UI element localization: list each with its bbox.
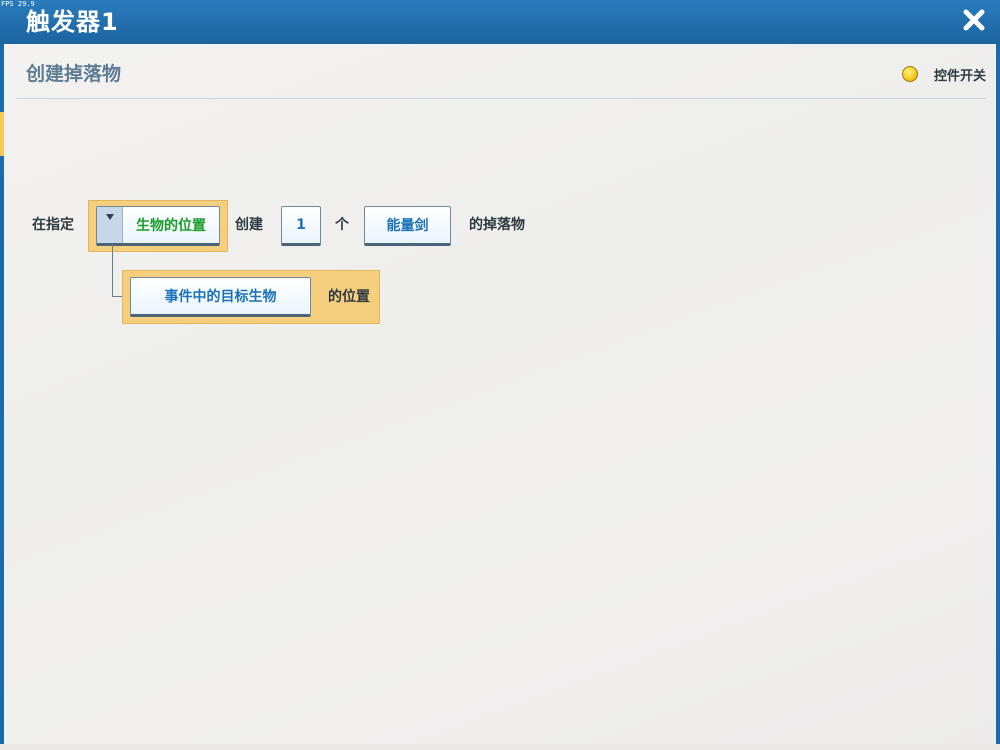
toggle-indicator-icon[interactable] [901, 66, 918, 82]
action-title: 创建掉落物 [26, 63, 122, 85]
sub-parameter-label: 事件中的目标生物 [164, 289, 277, 305]
bottom-strip [0, 744, 1000, 750]
close-button[interactable] [960, 6, 988, 34]
item-selector[interactable]: 能量剑 [364, 206, 451, 246]
control-toggle[interactable]: 控件开关 [901, 64, 986, 84]
action-panel: 创建掉落物 控件开关 在指定 生物的位置 创建 1 个 能量剑 的掉落物 事件中… [4, 44, 996, 744]
trigger-window: 触发器1 FPS 29.9 创建掉落物 控件开关 在指定 生物的位置 创建 1 … [0, 0, 1000, 750]
panel-header: 创建掉落物 控件开关 [16, 52, 986, 99]
count-unit: 个 [335, 217, 349, 233]
title-bar: 触发器1 [0, 0, 1000, 44]
statement-prefix: 在指定 [32, 217, 74, 233]
position-dropdown[interactable]: 生物的位置 [96, 206, 220, 246]
item-value: 能量剑 [386, 218, 429, 234]
statement-suffix: 的掉落物 [469, 217, 525, 233]
fps-counter: FPS 29.9 [1, 0, 35, 8]
connector-line-vertical [112, 244, 113, 297]
target-creature-selector[interactable]: 事件中的目标生物 [130, 277, 311, 317]
chevron-down-icon [105, 214, 114, 220]
sub-suffix: 的位置 [328, 289, 370, 305]
create-text: 创建 [235, 217, 263, 233]
window-title: 触发器1 [26, 8, 119, 36]
close-icon [963, 9, 985, 31]
count-value: 1 [296, 217, 306, 233]
count-input[interactable]: 1 [281, 206, 321, 246]
dropdown-arrow[interactable] [97, 207, 123, 243]
toggle-label: 控件开关 [933, 68, 986, 84]
position-option-label: 生物的位置 [136, 218, 206, 234]
